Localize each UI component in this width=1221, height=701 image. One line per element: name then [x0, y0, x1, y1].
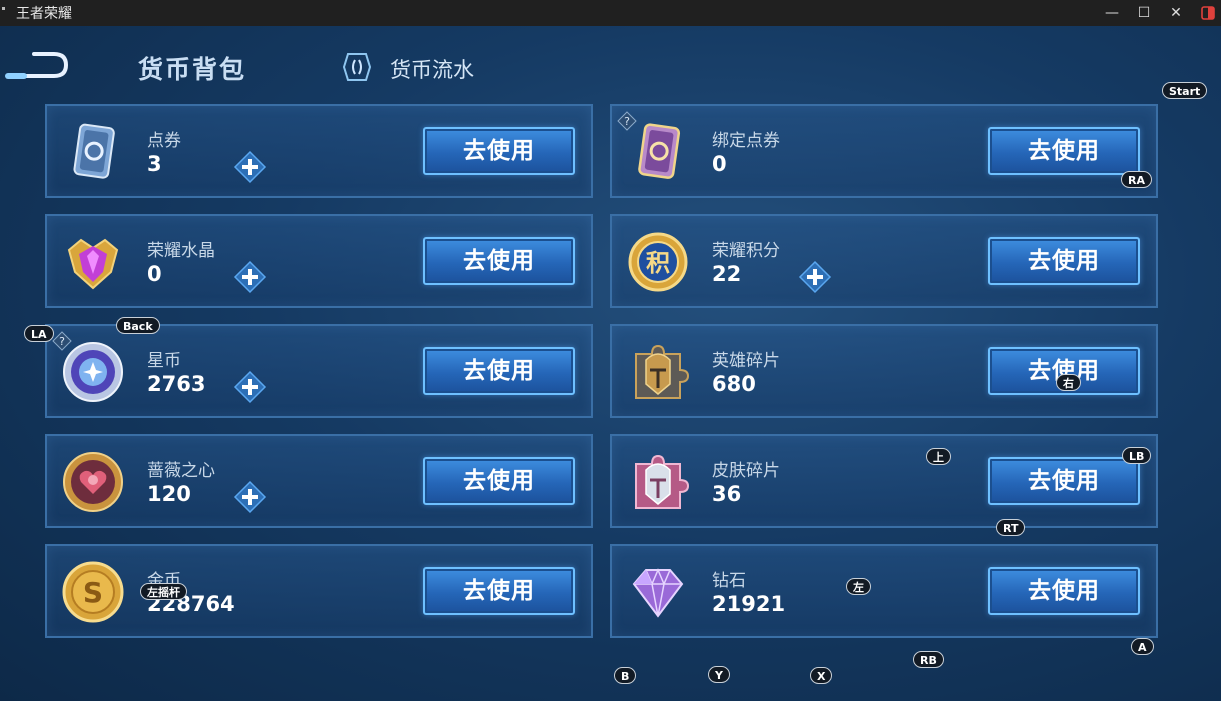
controller-badge-b: B	[614, 667, 637, 684]
controller-badge-up: 上	[926, 448, 951, 465]
currency-card-diamond: 钻石 21921 去使用	[610, 544, 1158, 638]
currency-card-rose-heart: 蔷薇之心 120 去使用	[45, 434, 593, 528]
currency-name: 点券	[147, 131, 181, 151]
add-button[interactable]	[798, 260, 832, 294]
currency-card-hero-fragment: 英雄碎片 680 去使用	[610, 324, 1158, 418]
currency-name: 荣耀水晶	[147, 241, 215, 261]
close-button[interactable]: ✕	[1161, 0, 1191, 26]
back-arrow-icon	[5, 52, 69, 79]
currency-name: 蔷薇之心	[147, 461, 215, 481]
use-button[interactable]: 去使用	[423, 567, 575, 615]
page-title: 货币背包	[138, 55, 247, 84]
use-button[interactable]: 去使用	[988, 457, 1140, 505]
currency-amount: 680	[712, 372, 756, 396]
use-button[interactable]: 去使用	[423, 127, 575, 175]
currency-card-skin-fragment: 皮肤碎片 36 去使用	[610, 434, 1158, 528]
controller-badge-lb: LB	[1122, 447, 1152, 464]
currency-card-star-coin: 星币 2763 去使用	[45, 324, 593, 418]
currency-name: 星币	[147, 351, 181, 371]
plus-icon	[233, 150, 267, 184]
controller-badge-left: 左	[846, 578, 871, 595]
controller-badge-y: Y	[708, 666, 730, 683]
add-button[interactable]	[233, 150, 267, 184]
use-button[interactable]: 去使用	[423, 347, 575, 395]
controller-badge-rb: RB	[913, 651, 944, 668]
currency-flow-icon	[342, 53, 372, 81]
glory-points-glyph: 积	[646, 249, 670, 277]
controller-badge-rt: RT	[996, 519, 1026, 536]
currency-card-glory-points: 积 荣耀积分 22 去使用	[610, 214, 1158, 308]
add-button[interactable]	[233, 260, 267, 294]
flow-tab-icon[interactable]	[340, 50, 374, 84]
currency-card-bound-coupon: 绑定点券 0 去使用	[610, 104, 1158, 198]
currency-name: 皮肤碎片	[712, 461, 780, 481]
back-button[interactable]	[4, 48, 69, 82]
currency-name: 英雄碎片	[712, 351, 780, 371]
glory-points-icon: 积	[626, 230, 690, 294]
panel-toggle-icon	[1201, 6, 1215, 20]
window-edge-mark	[2, 7, 5, 10]
currency-amount: 22	[712, 262, 742, 286]
plus-icon	[233, 260, 267, 294]
diamond-icon	[626, 560, 690, 624]
plus-icon	[798, 260, 832, 294]
controller-badge-start: Start	[1162, 82, 1208, 99]
use-button[interactable]: 去使用	[988, 127, 1140, 175]
maximize-button[interactable]: ☐	[1129, 0, 1159, 26]
use-button[interactable]: 去使用	[423, 457, 575, 505]
currency-amount: 21921	[712, 592, 786, 616]
add-button[interactable]	[233, 370, 267, 404]
add-button[interactable]	[233, 480, 267, 514]
plus-icon	[233, 370, 267, 404]
controller-badge-left-stick: 左摇杆	[140, 583, 187, 600]
window-title: 王者荣耀	[16, 6, 72, 22]
help-icon[interactable]: ?	[617, 111, 637, 131]
controller-badge-right: 右	[1056, 374, 1081, 391]
controller-badge-a: A	[1131, 638, 1154, 655]
tab-currency-flow[interactable]: 货币流水	[390, 54, 474, 84]
currency-amount: 3	[147, 152, 162, 176]
glory-crystal-icon	[61, 230, 125, 294]
controller-badge-x: X	[810, 667, 833, 684]
controller-badge-back: Back	[116, 317, 160, 334]
sidebar-toggle-button[interactable]	[1193, 0, 1221, 26]
currency-amount: 0	[712, 152, 727, 176]
use-button[interactable]: 去使用	[423, 237, 575, 285]
currency-amount: 2763	[147, 372, 206, 396]
hero-fragment-icon	[626, 340, 690, 404]
use-button[interactable]: 去使用	[988, 567, 1140, 615]
gold-coin-icon: S	[61, 560, 125, 624]
currency-amount: 120	[147, 482, 191, 506]
svg-text:?: ?	[59, 335, 65, 348]
currency-name: 绑定点券	[712, 131, 780, 151]
currency-name: 荣耀积分	[712, 241, 780, 261]
svg-text:S: S	[83, 576, 103, 609]
use-button[interactable]: 去使用	[988, 237, 1140, 285]
skin-fragment-icon	[626, 450, 690, 514]
currency-amount: 0	[147, 262, 162, 286]
rose-heart-icon	[61, 450, 125, 514]
coupon-card-icon	[61, 120, 125, 184]
svg-text:?: ?	[624, 115, 630, 128]
window-titlebar: 王者荣耀 — ☐ ✕	[0, 0, 1221, 26]
help-icon[interactable]: ?	[52, 331, 72, 351]
controller-badge-ra: RA	[1121, 171, 1152, 188]
currency-name: 钻石	[712, 571, 746, 591]
plus-icon	[233, 480, 267, 514]
currency-card-gold-coin: S 金币 228764 去使用	[45, 544, 593, 638]
minimize-button[interactable]: —	[1097, 0, 1127, 26]
controller-badge-la: LA	[24, 325, 54, 342]
currency-card-coupon: 点券 3 去使用	[45, 104, 593, 198]
currency-card-glory-crystal: 荣耀水晶 0 去使用	[45, 214, 593, 308]
currency-amount: 36	[712, 482, 742, 506]
